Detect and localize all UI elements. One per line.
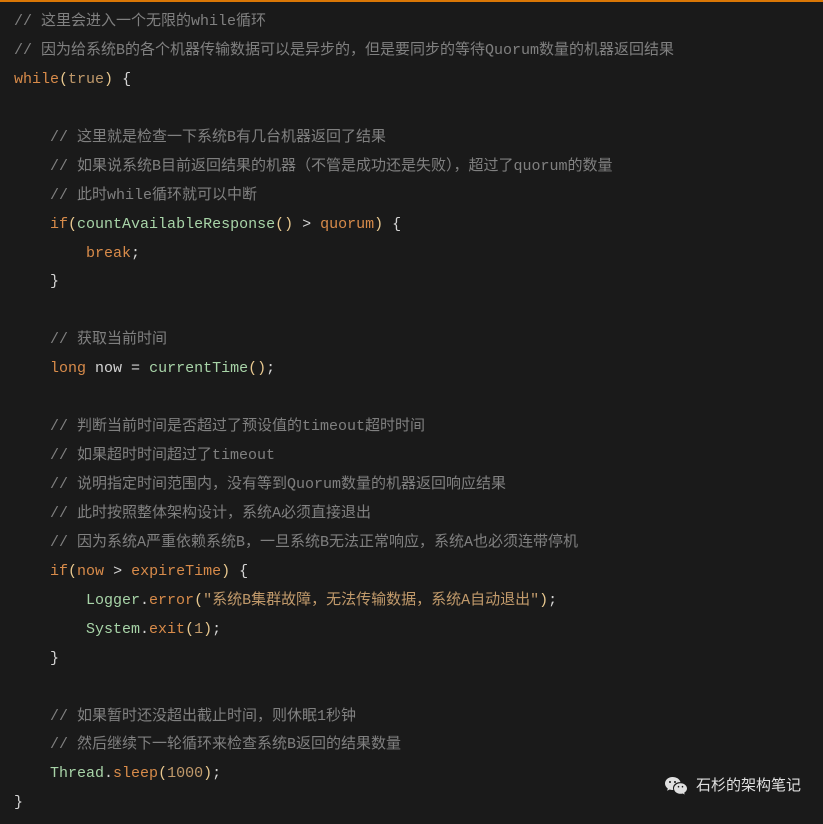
cls-system: System (86, 621, 140, 638)
paren: ) (284, 216, 293, 233)
kw-if: if (50, 563, 68, 580)
comment-line: // 因为给系统B的各个机器传输数据可以是异步的，但是要同步的等待Quorum数… (14, 42, 674, 59)
kw-break: break (86, 245, 131, 262)
brace: } (50, 650, 59, 667)
dot: . (140, 621, 149, 638)
paren: ( (68, 216, 77, 233)
comment-line: // 如果说系统B目前返回结果的机器（不管是成功还是失败），超过了quorum的… (50, 158, 613, 175)
brace: } (14, 794, 23, 811)
comment-line: // 这里会进入一个无限的while循环 (14, 13, 266, 30)
semi: ; (548, 592, 557, 609)
comment-line: // 因为系统A严重依赖系统B，一旦系统B无法正常响应，系统A也必须连带停机 (50, 534, 578, 551)
semi: ; (266, 360, 275, 377)
comment-line: // 说明指定时间范围内，没有等到Quorum数量的机器返回响应结果 (50, 476, 506, 493)
paren: ( (59, 71, 68, 88)
comment-line: // 这里就是检查一下系统B有几台机器返回了结果 (50, 129, 386, 146)
paren: ) (539, 592, 548, 609)
comment-line: // 判断当前时间是否超过了预设值的timeout超时时间 (50, 418, 425, 435)
attribution: 石杉的架构笔记 (664, 772, 801, 801)
paren: ( (185, 621, 194, 638)
kw-while: while (14, 71, 59, 88)
var-expire: expireTime (131, 563, 221, 580)
var-now: now (86, 360, 131, 377)
wechat-icon (664, 775, 688, 799)
kw-long: long (50, 360, 86, 377)
m-error: error (149, 592, 194, 609)
paren: ) (203, 621, 212, 638)
paren: ) (374, 216, 383, 233)
op-eq: = (131, 360, 149, 377)
paren: ) (104, 71, 113, 88)
attribution-text: 石杉的架构笔记 (696, 772, 801, 801)
str-error: "系统B集群故障，无法传输数据，系统A自动退出" (203, 592, 539, 609)
comment-line: // 如果超时时间超过了timeout (50, 447, 275, 464)
var-quorum: quorum (320, 216, 374, 233)
comment-line: // 如果暂时还没超出截止时间，则休眠1秒钟 (50, 708, 356, 725)
num-1000: 1000 (167, 765, 203, 782)
paren: ( (68, 563, 77, 580)
kw-if: if (50, 216, 68, 233)
var-now: now (77, 563, 104, 580)
code-block: // 这里会进入一个无限的while循环 // 因为给系统B的各个机器传输数据可… (0, 2, 823, 824)
brace: } (50, 273, 59, 290)
num-1: 1 (194, 621, 203, 638)
op-gt: > (293, 216, 320, 233)
paren: ) (257, 360, 266, 377)
cls-thread: Thread (50, 765, 104, 782)
brace: { (113, 71, 131, 88)
bool-true: true (68, 71, 104, 88)
semi: ; (212, 765, 221, 782)
comment-line: // 此时while循环就可以中断 (50, 187, 257, 204)
cls-logger: Logger (86, 592, 140, 609)
paren: ( (248, 360, 257, 377)
comment-line: // 此时按照整体架构设计，系统A必须直接退出 (50, 505, 371, 522)
fn-currenttime: currentTime (149, 360, 248, 377)
brace: { (383, 216, 401, 233)
m-sleep: sleep (113, 765, 158, 782)
fn-count: countAvailableResponse (77, 216, 275, 233)
op-gt: > (104, 563, 131, 580)
comment-line: // 然后继续下一轮循环来检查系统B返回的结果数量 (50, 736, 401, 753)
brace: { (230, 563, 248, 580)
paren: ( (275, 216, 284, 233)
comment-line: // 获取当前时间 (50, 331, 167, 348)
dot: . (140, 592, 149, 609)
m-exit: exit (149, 621, 185, 638)
semi: ; (131, 245, 140, 262)
semi: ; (212, 621, 221, 638)
paren: ( (158, 765, 167, 782)
paren: ) (221, 563, 230, 580)
paren: ) (203, 765, 212, 782)
dot: . (104, 765, 113, 782)
paren: ( (194, 592, 203, 609)
